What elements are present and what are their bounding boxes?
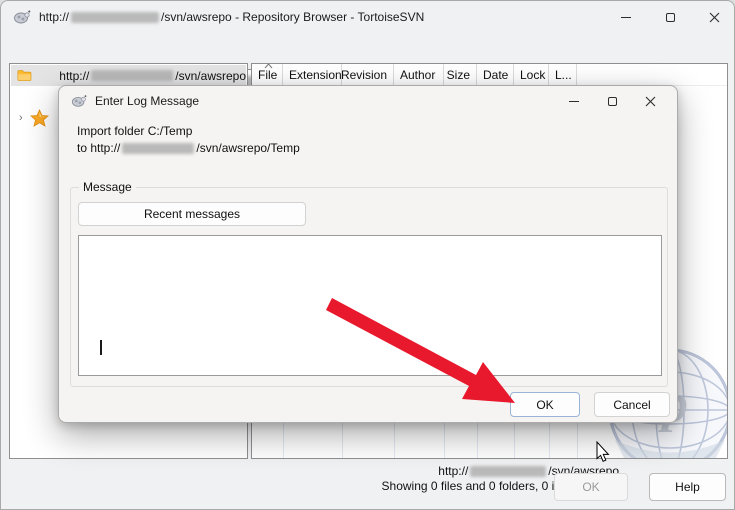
tree-row-repo-root[interactable]: http:///svn/awsrepo — [11, 65, 246, 86]
tree-root-label: http:///svn/awsrepo — [59, 69, 246, 83]
minimize-button[interactable] — [604, 1, 648, 33]
redacted-host — [71, 12, 159, 23]
import-source-text: Import folder C:/Temp — [77, 124, 192, 138]
window-title: http:///svn/awsrepo - Repository Browser… — [39, 10, 424, 24]
maximize-button[interactable] — [648, 1, 692, 33]
close-icon — [709, 12, 720, 23]
message-groupbox: Message Recent messages — [70, 187, 668, 387]
column-header-file[interactable]: File — [252, 64, 283, 86]
redacted-host — [470, 466, 546, 477]
dialog-window-controls — [555, 86, 669, 116]
dialog-ok-button[interactable]: OK — [510, 392, 580, 417]
tree-row-bookmarks[interactable]: › — [10, 108, 49, 128]
column-header-author[interactable]: Author — [394, 64, 444, 86]
repository-browser-window: http:///svn/awsrepo - Repository Browser… — [0, 0, 735, 510]
expander-chevron-icon[interactable]: › — [19, 112, 23, 124]
browser-toolbar: URL: http:///svn/awsrepo Revision: HEAD — [1, 33, 735, 63]
enter-log-message-dialog: Enter Log Message Import folder C:/Temp … — [58, 85, 678, 423]
column-header-lock[interactable]: Lock — [514, 64, 549, 86]
bookmark-star-icon — [30, 109, 49, 127]
main-titlebar: http:///svn/awsrepo - Repository Browser… — [1, 1, 735, 33]
maximize-icon — [608, 97, 617, 106]
window-controls — [604, 1, 735, 33]
dialog-cancel-button[interactable]: Cancel — [594, 392, 670, 417]
redacted-host — [91, 70, 173, 81]
column-header-date[interactable]: Date — [477, 64, 514, 86]
column-header-filler — [577, 64, 727, 86]
dialog-maximize-button[interactable] — [593, 86, 631, 116]
tortoisesvn-app-icon — [13, 8, 31, 26]
sort-ascending-icon — [264, 63, 273, 69]
column-header-revision[interactable]: Revision — [342, 64, 394, 86]
minimize-icon — [621, 17, 631, 18]
list-header: File Extension Revision Author Size Date… — [252, 64, 727, 86]
dialog-minimize-button[interactable] — [555, 86, 593, 116]
dialog-titlebar: Enter Log Message — [59, 86, 677, 116]
redacted-host — [122, 143, 194, 154]
minimize-icon — [569, 101, 579, 102]
column-header-lock-owner[interactable]: L... — [549, 64, 577, 86]
dialog-title: Enter Log Message — [95, 94, 199, 108]
folder-icon — [17, 68, 32, 83]
recent-messages-button[interactable]: Recent messages — [78, 202, 306, 226]
import-destination-text: to http:///svn/awsrepo/Temp — [77, 141, 300, 155]
dialog-close-button[interactable] — [631, 86, 669, 116]
maximize-icon — [666, 13, 675, 22]
log-message-input[interactable] — [78, 235, 662, 376]
text-caret — [100, 340, 102, 355]
tortoisesvn-dialog-icon — [71, 93, 87, 109]
browser-ok-button[interactable]: OK — [554, 473, 628, 501]
message-group-label: Message — [79, 180, 136, 194]
help-button[interactable]: Help — [649, 473, 726, 501]
close-button[interactable] — [692, 1, 735, 33]
column-header-extension[interactable]: Extension — [283, 64, 342, 86]
close-icon — [645, 96, 656, 107]
column-header-size[interactable]: Size — [444, 64, 477, 86]
